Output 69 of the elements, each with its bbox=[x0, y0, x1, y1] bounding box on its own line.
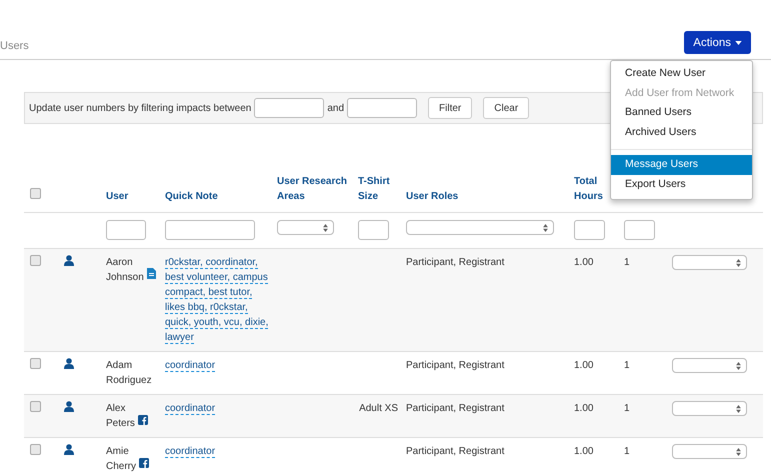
filter-field[interactable] bbox=[358, 220, 389, 240]
select-arrows-icon bbox=[543, 224, 548, 232]
filter-select[interactable] bbox=[406, 220, 554, 235]
filter-button[interactable]: Filter bbox=[428, 97, 472, 119]
quick-note[interactable]: coordinator bbox=[165, 444, 269, 459]
select-arrows-icon bbox=[736, 362, 741, 370]
user-name[interactable]: Alex Peters bbox=[106, 401, 135, 431]
row-checkbox[interactable] bbox=[30, 358, 41, 369]
select-all-checkbox[interactable] bbox=[30, 188, 41, 199]
column-header[interactable]: T-Shirt Size bbox=[358, 174, 398, 204]
impacts-count: 1 bbox=[624, 446, 630, 457]
total-hours: 1.00 bbox=[574, 446, 594, 457]
quick-note[interactable]: coordinator bbox=[165, 358, 269, 373]
document-icon bbox=[146, 268, 156, 279]
impacts-count: 1 bbox=[624, 403, 630, 414]
user-roles: Participant, Registrant bbox=[406, 403, 504, 414]
user-roles: Participant, Registrant bbox=[406, 257, 504, 268]
quick-note[interactable]: r0ckstar, coordinator, best volunteer, campus compact, best tutor, likes bbq, r0ckstar, quick, youth, vcu, dixie, lawyer bbox=[165, 255, 269, 345]
total-hours: 1.00 bbox=[574, 257, 594, 268]
filter-select[interactable] bbox=[277, 220, 334, 235]
person-icon bbox=[64, 401, 74, 412]
max-impacts-field[interactable] bbox=[347, 98, 418, 118]
caret-icon bbox=[735, 40, 742, 44]
select-arrows-icon bbox=[736, 404, 741, 412]
total-hours: 1.00 bbox=[574, 360, 594, 371]
menu-item[interactable]: Message Users bbox=[611, 155, 752, 174]
quick-note[interactable]: coordinator bbox=[165, 401, 269, 416]
and-label: and bbox=[327, 102, 344, 114]
select-arrows-icon bbox=[736, 258, 741, 266]
clear-button[interactable]: Clear bbox=[483, 97, 530, 119]
tshirt-size: Adult XS bbox=[359, 403, 398, 414]
column-header[interactable]: User Research Areas bbox=[277, 174, 350, 204]
select-arrows-icon bbox=[323, 224, 328, 232]
impacts-count: 1 bbox=[624, 360, 630, 371]
actions-button[interactable]: Actions bbox=[684, 31, 751, 54]
facebook-icon bbox=[139, 458, 150, 468]
min-impacts-field[interactable] bbox=[254, 98, 324, 118]
filter-field[interactable] bbox=[574, 220, 605, 240]
row-checkbox[interactable] bbox=[30, 444, 41, 455]
column-header[interactable]: User bbox=[106, 189, 157, 204]
breadcrumb[interactable]: Users bbox=[0, 40, 29, 54]
total-hours: 1.00 bbox=[574, 403, 594, 414]
filter-field[interactable] bbox=[106, 220, 146, 240]
row-checkbox[interactable] bbox=[30, 401, 41, 412]
action-select[interactable] bbox=[672, 255, 747, 270]
facebook-icon bbox=[138, 415, 148, 425]
menu-item[interactable]: Create New User bbox=[611, 64, 752, 84]
person-icon bbox=[64, 444, 74, 455]
column-header[interactable]: User Roles bbox=[406, 189, 566, 204]
menu-item[interactable]: Archived Users bbox=[611, 122, 752, 142]
menu-item[interactable]: Banned Users bbox=[611, 103, 752, 122]
column-header[interactable]: Quick Note bbox=[165, 189, 269, 204]
filter-label: Update user numbers by filtering impacts between bbox=[29, 102, 252, 114]
action-select[interactable] bbox=[672, 444, 747, 459]
user-name[interactable]: Adam Rodriguez bbox=[106, 358, 152, 388]
select-arrows-icon bbox=[736, 448, 741, 456]
person-icon bbox=[64, 358, 74, 369]
row-checkbox[interactable] bbox=[30, 255, 41, 266]
user-roles: Participant, Registrant bbox=[406, 446, 504, 457]
user-roles: Participant, Registrant bbox=[406, 360, 504, 371]
action-select[interactable] bbox=[672, 401, 747, 416]
person-icon bbox=[64, 255, 74, 266]
filter-field[interactable] bbox=[624, 220, 655, 240]
menu-item[interactable]: Export Users bbox=[611, 174, 752, 194]
user-name[interactable]: Amie Cherry bbox=[106, 444, 136, 472]
user-name[interactable]: Aaron Johnson bbox=[106, 255, 144, 285]
impacts-count: 1 bbox=[624, 257, 630, 268]
action-select[interactable] bbox=[672, 358, 747, 373]
quick-note-filter-field[interactable] bbox=[165, 220, 255, 240]
